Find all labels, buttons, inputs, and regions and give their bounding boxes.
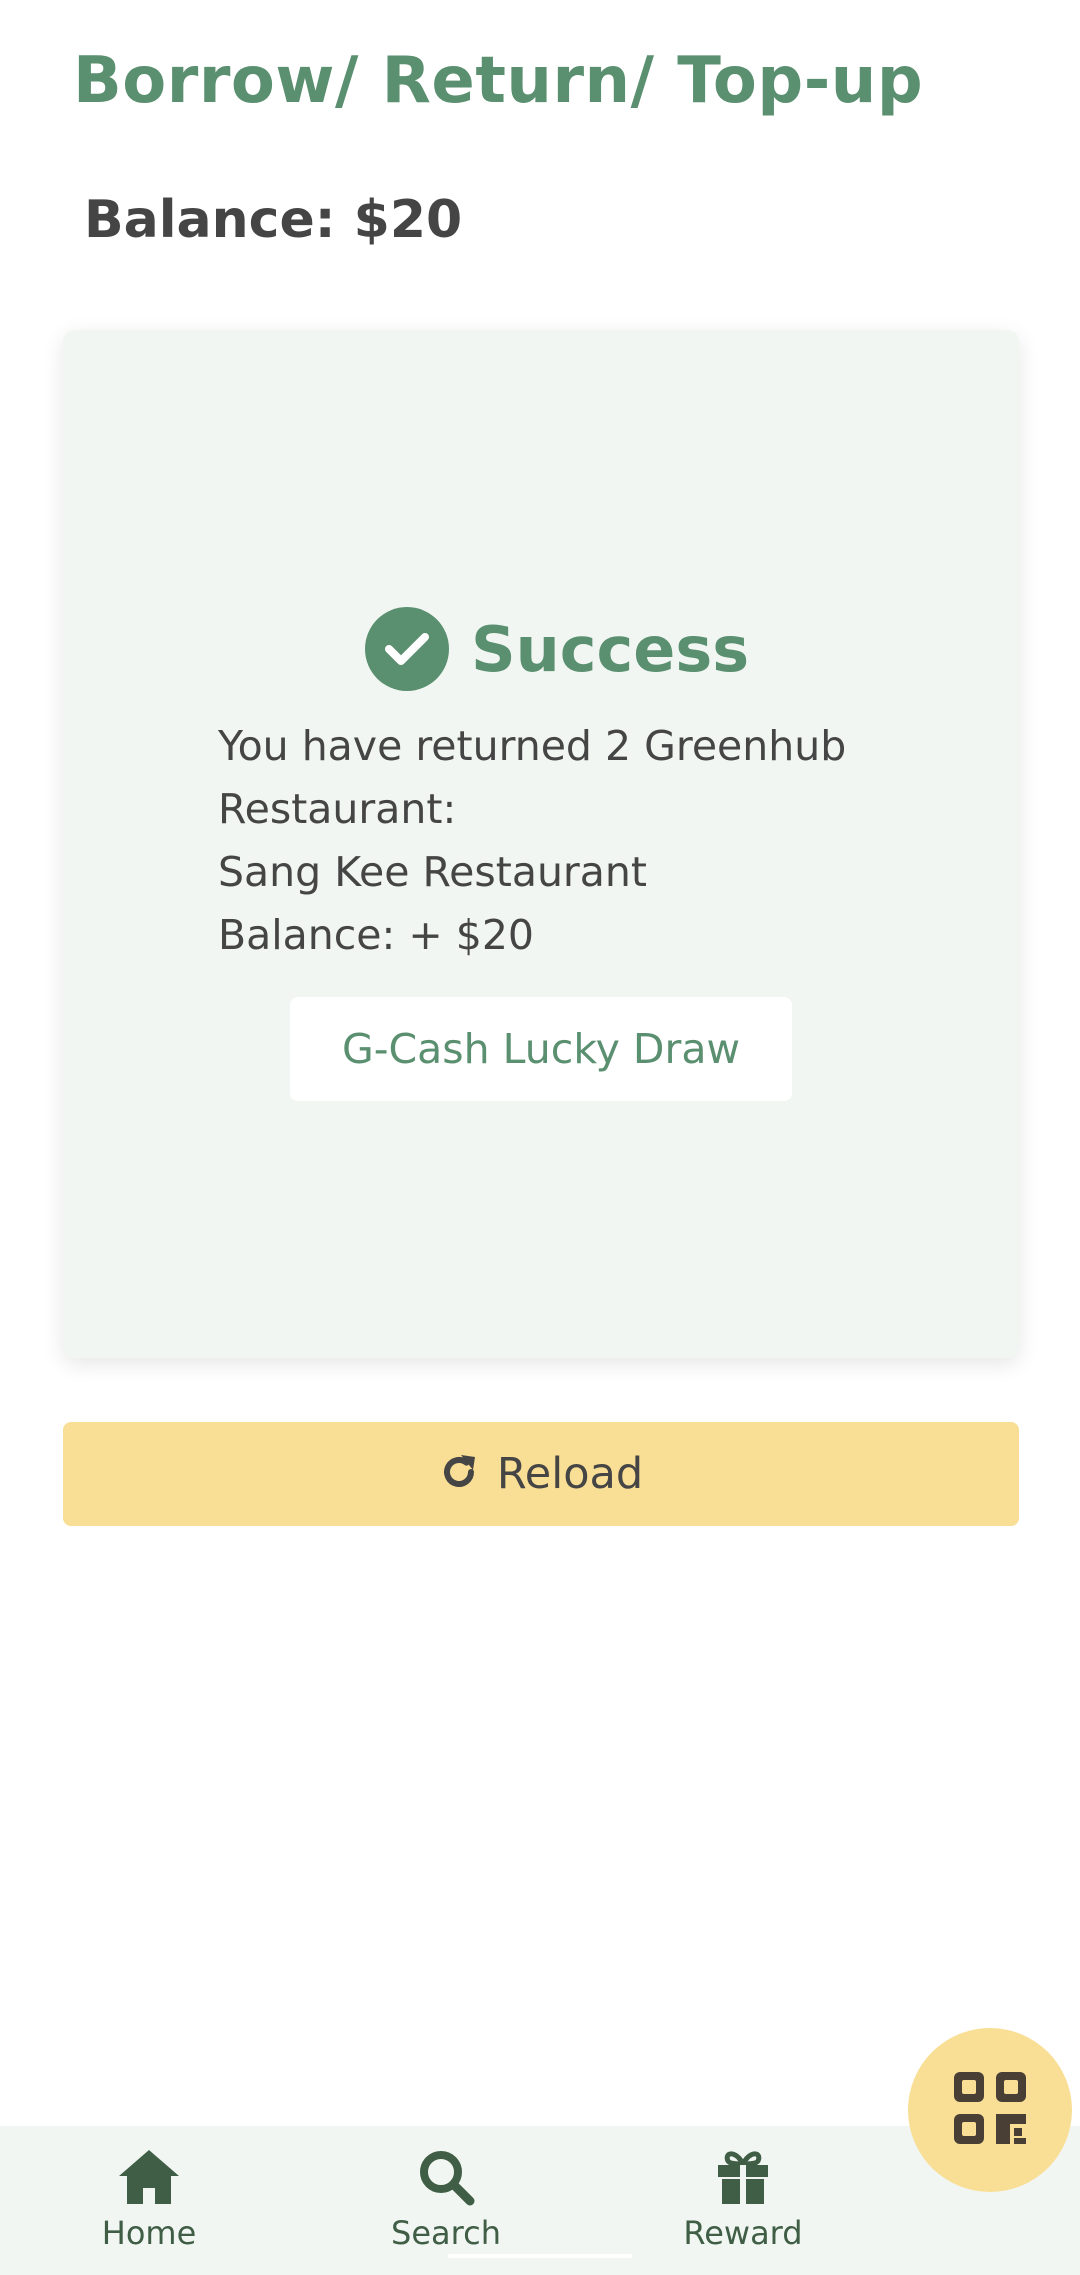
nav-label-reward: Reward: [683, 2214, 803, 2252]
qr-code-icon: [952, 2070, 1028, 2150]
qr-scan-button[interactable]: [908, 2028, 1072, 2192]
gift-icon: [714, 2148, 772, 2210]
reload-label: Reload: [496, 1449, 644, 1499]
nav-item-reward[interactable]: Reward: [643, 2148, 843, 2252]
success-title: Success: [471, 612, 750, 686]
nav-label-home: Home: [101, 2214, 197, 2252]
home-indicator: [448, 2254, 632, 2258]
result-message-line: Balance: + $20: [218, 911, 535, 959]
lucky-draw-button[interactable]: G-Cash Lucky Draw: [290, 997, 792, 1101]
reload-button[interactable]: Reload: [63, 1422, 1019, 1526]
nav-item-home[interactable]: Home: [49, 2148, 249, 2252]
app-screen: Borrow/ Return/ Top-up Balance: $20 Succ…: [0, 0, 1080, 2275]
balance-text: Balance: $20: [84, 190, 463, 250]
check-circle-icon: [365, 607, 449, 691]
result-message-line: Sang Kee Restaurant: [218, 848, 647, 896]
nav-item-search[interactable]: Search: [346, 2148, 546, 2252]
page-title: Borrow/ Return/ Top-up: [73, 44, 924, 118]
search-icon: [417, 2148, 475, 2210]
result-card: Success You have returned 2 Greenhub Res…: [63, 330, 1019, 1358]
rotate-right-icon: [439, 1452, 479, 1496]
result-message-line: Restaurant:: [218, 785, 457, 833]
result-message-line: You have returned 2 Greenhub: [218, 722, 847, 770]
home-icon: [117, 2148, 181, 2210]
success-header: Success: [365, 607, 749, 691]
nav-label-search: Search: [391, 2214, 501, 2252]
